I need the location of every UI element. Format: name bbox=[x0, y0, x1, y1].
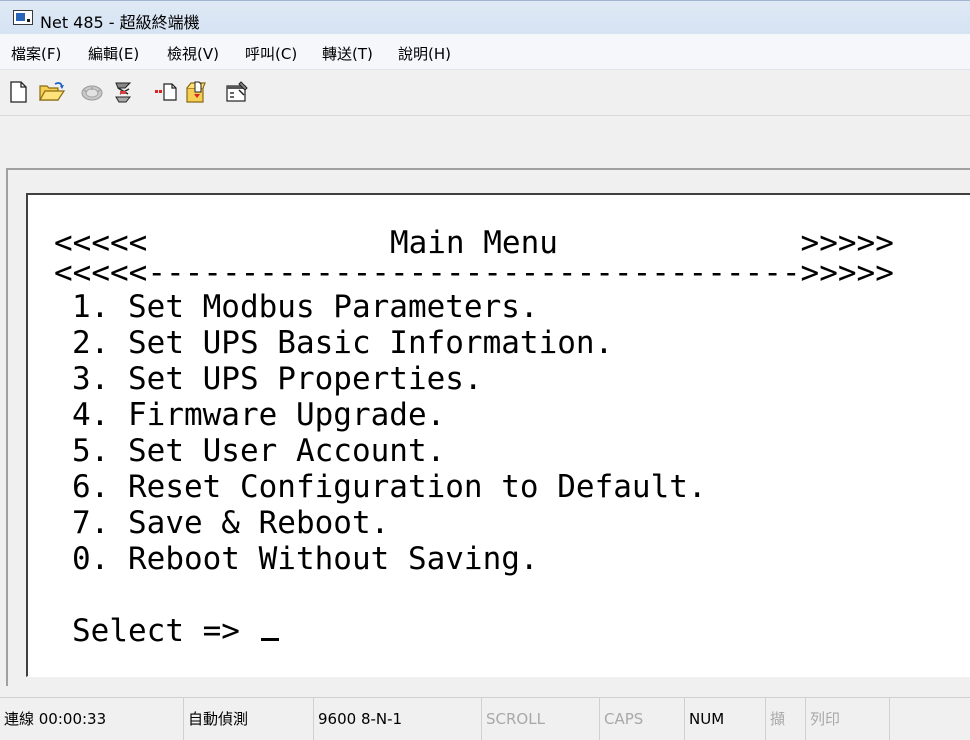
menu-option-5: 5. Set User Account. bbox=[72, 433, 446, 469]
menu-option-7: 7. Save & Reboot. bbox=[72, 505, 390, 541]
open-folder-icon[interactable] bbox=[38, 80, 66, 104]
app-icon-dot bbox=[27, 19, 30, 22]
menu-file[interactable]: 檔案(F) bbox=[11, 43, 61, 64]
app-icon-screen bbox=[16, 13, 25, 21]
new-document-icon[interactable] bbox=[6, 80, 32, 104]
status-num: NUM bbox=[685, 698, 766, 740]
menu-option-4: 4. Firmware Upgrade. bbox=[72, 397, 446, 433]
dial-phone-icon[interactable] bbox=[79, 80, 105, 104]
menu-bar: 檔案(F) 編輯(E) 檢視(V) 呼叫(C) 轉送(T) 說明(H) bbox=[0, 34, 970, 70]
menu-option-0: 0. Reboot Without Saving. bbox=[72, 541, 539, 577]
hyperterminal-window: Net 485 - 超級終端機 檔案(F) 編輯(E) 檢視(V) 呼叫(C) … bbox=[0, 0, 970, 740]
menu-transfer[interactable]: 轉送(T) bbox=[322, 43, 373, 64]
toolbar bbox=[0, 70, 970, 116]
properties-icon[interactable] bbox=[225, 80, 251, 104]
window-title: Net 485 - 超級終端機 bbox=[40, 13, 200, 32]
send-file-icon[interactable] bbox=[153, 80, 179, 104]
disconnect-phone-icon[interactable] bbox=[111, 80, 137, 104]
status-bar: 連線 00:00:33 自動偵測 9600 8-N-1 SCROLL CAPS … bbox=[0, 697, 970, 740]
menu-divider-line: <<<<<-----------------------------------… bbox=[54, 255, 894, 291]
menu-option-3: 3. Set UPS Properties. bbox=[72, 361, 483, 397]
menu-option-1: 1. Set Modbus Parameters. bbox=[72, 289, 539, 325]
status-connection-time: 連線 00:00:33 bbox=[0, 698, 184, 740]
select-prompt: Select => bbox=[72, 613, 240, 649]
status-scroll: SCROLL bbox=[482, 698, 600, 740]
terminal-screen[interactable]: <<<<< Main Menu >>>>> <<<<<-------------… bbox=[26, 193, 970, 677]
status-caps: CAPS bbox=[600, 698, 685, 740]
status-auto-detect: 自動偵測 bbox=[184, 698, 314, 740]
status-port-settings: 9600 8-N-1 bbox=[314, 698, 482, 740]
select-prompt-line: Select => bbox=[72, 613, 279, 649]
title-bar[interactable]: Net 485 - 超級終端機 bbox=[0, 0, 970, 34]
menu-option-2: 2. Set UPS Basic Information. bbox=[72, 325, 614, 361]
menu-call[interactable]: 呼叫(C) bbox=[245, 43, 297, 64]
text-cursor bbox=[260, 638, 279, 641]
menu-option-6: 6. Reset Configuration to Default. bbox=[72, 469, 707, 505]
status-print: 列印 bbox=[806, 698, 890, 740]
status-capture: 擷 bbox=[766, 698, 806, 740]
receive-file-icon[interactable] bbox=[183, 80, 209, 104]
menu-view[interactable]: 檢視(V) bbox=[167, 43, 219, 64]
menu-edit[interactable]: 編輯(E) bbox=[88, 43, 139, 64]
app-icon[interactable] bbox=[13, 10, 33, 25]
menu-help[interactable]: 說明(H) bbox=[398, 43, 451, 64]
